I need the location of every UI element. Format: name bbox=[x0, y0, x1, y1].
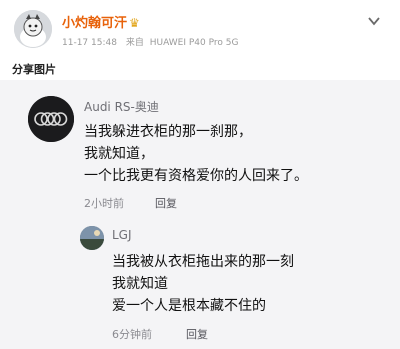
post-timestamp: 11-17 15:48 bbox=[62, 38, 117, 48]
comment-line: 我就知道， bbox=[84, 146, 154, 162]
username[interactable]: 小灼翰可汗 ♛ bbox=[62, 12, 140, 31]
comment-line: 爱一个人是根本藏不住的 bbox=[112, 298, 266, 314]
lgj-avatar bbox=[80, 226, 104, 250]
post-text: 分享图片 bbox=[12, 63, 56, 76]
source-prefix: 来自 bbox=[125, 38, 144, 48]
shared-image[interactable]: Audi RS-奥迪 当我躲进衣柜的那一刹那， 我就知道， 一个比我更有资格爱你… bbox=[0, 80, 400, 349]
device-name: HUAWEI P40 Pro 5G bbox=[149, 38, 239, 48]
crown-icon: ♛ bbox=[129, 16, 140, 30]
comment-time: 2小时前 bbox=[84, 197, 124, 210]
comment-line: 一个比我更有资格爱你的人回来了。 bbox=[84, 168, 308, 184]
post-header: 小灼翰可汗 ♛ 11-17 15:48 来自 HUAWEI P40 Pro 5G bbox=[0, 0, 400, 56]
audi-rings-icon bbox=[28, 96, 74, 142]
reply-button[interactable]: 回复 bbox=[155, 195, 177, 211]
comment-author[interactable]: Audi RS-奥迪 bbox=[84, 98, 159, 115]
comment-author[interactable]: LGJ bbox=[112, 228, 132, 242]
comment-line: 当我被从衣柜拖出来的那一刻 bbox=[112, 254, 294, 270]
comment-line: 当我躲进衣柜的那一刹那， bbox=[84, 124, 252, 140]
comment-time: 6分钟前 bbox=[112, 328, 152, 341]
chevron-down-icon[interactable] bbox=[366, 14, 382, 30]
user-avatar[interactable] bbox=[14, 10, 52, 48]
cartoon-avatar-icon bbox=[14, 10, 52, 48]
reply-button[interactable]: 回复 bbox=[186, 326, 208, 342]
landscape-avatar-icon bbox=[80, 226, 104, 250]
comment-line: 我就知道 bbox=[112, 276, 168, 292]
post-meta: 11-17 15:48 来自 HUAWEI P40 Pro 5G bbox=[62, 35, 238, 48]
audi-avatar bbox=[28, 96, 74, 142]
